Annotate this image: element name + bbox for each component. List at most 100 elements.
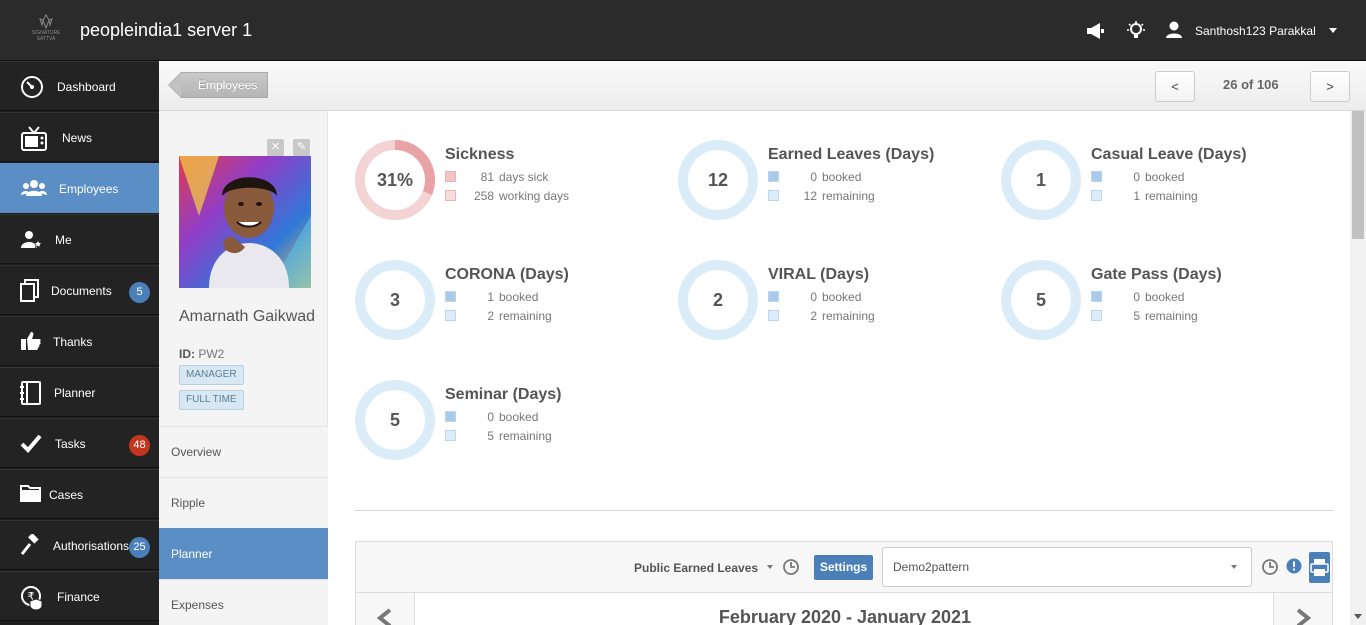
stat-ring-value: 31% [376,170,414,190]
sidebar-item-news[interactable]: News [0,112,159,162]
documents-count-badge: 5 [129,282,150,303]
stat-row-value: 81 [480,170,494,184]
dashboard-icon [20,75,44,99]
leave-stat-card: 1 Casual Leave (Days) 0 booked 1 remaining [1001,140,1301,230]
stat-ring-value: 1 [1035,170,1046,190]
stat-title: VIRAL (Days) [768,266,870,283]
lightbulb-icon[interactable] [1126,21,1148,41]
stat-row-label: remaining [1145,189,1198,203]
settings-button[interactable]: Settings [814,555,873,580]
stat-row-value: 5 [487,429,494,443]
sidebar-item-label: News [62,131,93,145]
history-icon[interactable] [1261,558,1279,581]
leave-stat-card: 2 VIRAL (Days) 0 booked 2 remaining [678,260,978,350]
sidebar-item-label: Thanks [53,335,93,349]
sidebar-item-label: Dashboard [57,80,116,94]
chevron-down-icon[interactable] [767,565,773,569]
stat-row-label: remaining [822,309,875,323]
user-star-icon [20,228,44,252]
remove-photo-icon[interactable]: ✕ [267,139,284,156]
sidebar-item-employees[interactable]: Employees [0,163,159,213]
tasks-count-badge: 48 [129,435,150,456]
sidebar-item-cases[interactable]: Cases [0,469,159,519]
history-icon[interactable] [782,558,800,581]
stat-row-value: 258 [473,189,494,203]
scroll-down-arrow-icon[interactable] [1354,614,1362,619]
planner-icon [20,381,44,405]
main-scrollbar[interactable] [1350,111,1366,625]
sidebar-item-tasks[interactable]: Tasks 48 [0,418,159,468]
stat-row-value: 0 [487,410,494,424]
stat-row-label: working days [499,189,570,203]
employee-id: ID: PW2 [179,347,224,361]
tab-planner[interactable]: Planner [159,528,328,579]
tab-expenses[interactable]: Expenses [159,579,328,625]
employee-photo [179,156,311,288]
sidebar-item-finance[interactable]: ₹ Finance [0,571,159,621]
stat-title: Earned Leaves (Days) [768,146,935,163]
rupee-icon: ₹ [20,585,44,611]
sidebar-item-thanks[interactable]: Thanks [0,316,159,366]
info-icon[interactable] [1286,558,1302,579]
check-icon [20,432,44,456]
sidebar-item-me[interactable]: Me [0,214,159,264]
leave-stat-card: 5 Seminar (Days) 0 booked 5 remaining [355,380,655,470]
calendar-next-button[interactable] [1273,593,1332,625]
breadcrumb-employees[interactable]: Employees [168,72,268,98]
role-tag: MANAGER [179,365,244,385]
stat-ring-value: 12 [707,170,729,190]
leave-stat-card: 12 Earned Leaves (Days) 0 booked 12 remaining [678,140,978,230]
stat-row-label: remaining [499,309,552,323]
leave-stat-card: 5 Gate Pass (Days) 0 booked 5 remaining [1001,260,1301,350]
calendar-header: February 2020 - January 2021 [355,593,1333,625]
section-divider [355,510,1333,511]
stat-row-value: 12 [803,189,817,203]
sidebar-item-authorisations[interactable]: Authorisations 25 [0,520,159,570]
app-title: peopleindia1 server 1 [80,20,253,40]
sidebar-item-documents[interactable]: Documents 5 [0,265,159,315]
stat-row-value: 2 [487,309,494,323]
stat-row-label: booked [499,410,539,424]
sidebar-item-label: Authorisations [53,539,130,553]
print-button[interactable] [1309,552,1330,583]
scrollbar-thumb[interactable] [1352,111,1364,239]
user-icon[interactable] [1165,21,1187,41]
employee-name: Amarnath Gaikwad [179,308,316,325]
document-icon [20,279,44,303]
leave-filter-dropdown[interactable]: Public Earned Leaves [634,561,758,575]
pattern-select[interactable]: Demo2pattern [882,547,1252,587]
stat-row-value: 0 [1133,170,1140,184]
previous-employee-button[interactable]: < [1155,71,1195,102]
megaphone-icon[interactable] [1085,21,1107,41]
stat-row-label: days sick [499,170,549,184]
edit-photo-icon[interactable]: ✎ [293,139,310,156]
page-header: Employees < 26 of 106 > [159,61,1366,111]
stat-ring-value: 2 [712,290,723,310]
employee-id-label: ID: [179,347,195,361]
tab-overview[interactable]: Overview [159,426,328,477]
user-menu-caret-icon[interactable] [1329,28,1337,33]
employee-profile-panel: ✕ ✎ Amarnath Gaikwad ID: PW2 MANAGER FUL… [159,111,328,625]
sidebar-item-planner[interactable]: Planner [0,367,159,417]
next-employee-button[interactable]: > [1310,71,1350,102]
planner-toolbar: Public Earned Leaves Settings Demo2patte… [355,541,1333,593]
planner-main: 31% Sickness 81 days sick 258 working days 12 E… [328,111,1350,625]
top-bar: SIGNATURE SATTVA peopleindia1 server 1 S… [0,0,1366,61]
sidebar-item-label: Documents [51,284,112,298]
stat-row-label: booked [822,290,862,304]
authorisations-count-badge: 25 [129,537,150,558]
pager-position: 26 of 106 [1223,77,1279,92]
sidebar-item-label: Planner [54,386,96,400]
stat-row-label: remaining [1145,309,1198,323]
company-logo[interactable]: SIGNATURE SATTVA [24,14,68,44]
sidebar-item-label: Me [55,233,72,247]
tab-ripple[interactable]: Ripple [159,477,328,528]
stat-title: Gate Pass (Days) [1091,266,1222,283]
sidebar-item-dashboard[interactable]: Dashboard [0,61,159,111]
chevron-down-icon [1231,565,1237,569]
employee-id-value: PW2 [198,347,225,361]
leave-stat-card: 31% Sickness 81 days sick 258 working days [355,140,655,230]
stat-ring-value: 3 [389,290,400,310]
stat-row-value: 0 [810,170,817,184]
user-menu-name[interactable]: Santhosh123 Parakkal [1195,24,1316,38]
